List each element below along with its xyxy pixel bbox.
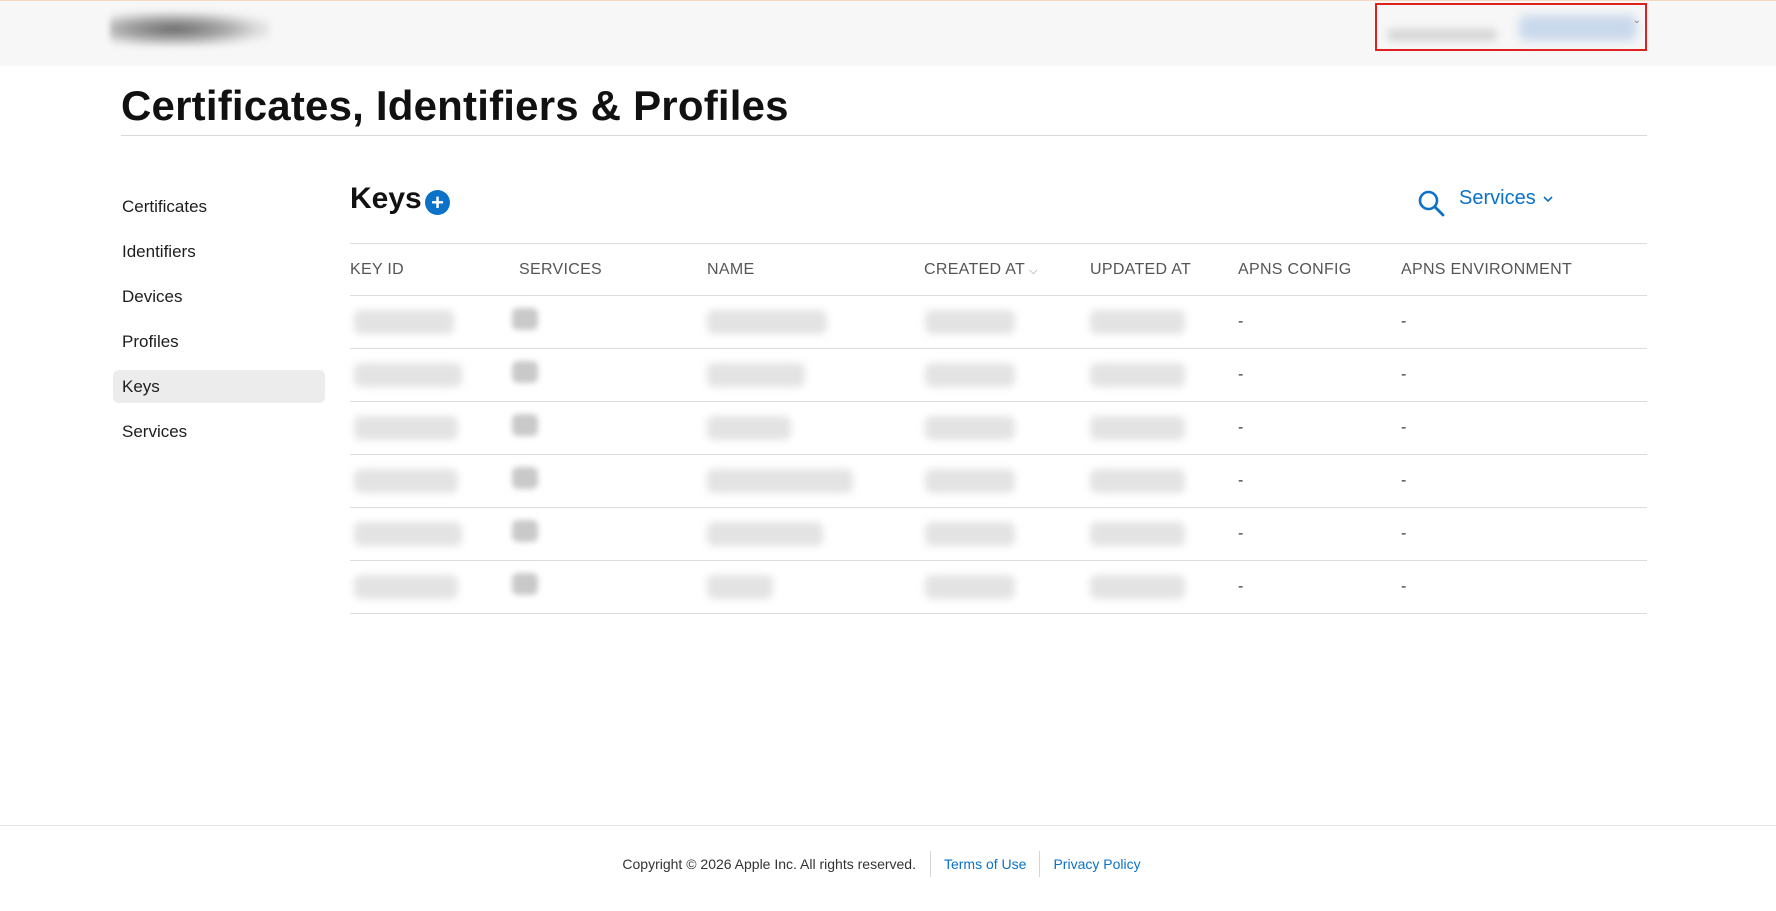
services-filter-label: Services [1459,187,1536,209]
column-header-key-id[interactable]: KEY ID [350,244,404,295]
apns-environment-cell: - [1401,366,1407,383]
key-id-cell [354,310,454,334]
table-row[interactable]: - - [350,349,1647,402]
updated-at-cell [1090,522,1185,546]
service-icon [512,414,538,436]
sidebar-item-identifiers[interactable]: Identifiers [113,235,325,268]
column-header-created-at[interactable]: CREATED AT ⌵ [924,244,1038,295]
apns-environment-cell: - [1401,578,1407,595]
service-icon [512,573,538,595]
search-icon [1418,190,1445,217]
table-row[interactable]: - - [350,561,1647,614]
column-header-name[interactable]: NAME [707,244,754,295]
service-icon [512,361,538,383]
footer-links: Copyright © 2026 Apple Inc. All rights r… [0,851,1776,877]
apns-config-cell: - [1238,366,1244,383]
privacy-policy-link[interactable]: Privacy Policy [1040,856,1153,872]
key-id-cell [354,416,458,440]
sidebar-item-keys[interactable]: Keys [113,370,325,403]
services-filter-dropdown[interactable]: Services [1459,187,1554,210]
account-name [1387,29,1497,41]
name-cell [707,522,823,546]
key-id-cell [354,522,462,546]
table-header: KEY ID SERVICES NAME CREATED AT ⌵ UPDATED… [350,244,1647,296]
column-header-apns-environment[interactable]: APNS ENVIRONMENT [1401,244,1572,295]
top-bar: ⌄ [0,0,1776,66]
service-icon [512,467,538,489]
name-cell [707,310,827,334]
name-cell [707,469,853,493]
created-at-cell [925,469,1015,493]
apns-environment-cell: - [1401,525,1407,542]
column-header-updated-at[interactable]: UPDATED AT [1090,244,1191,295]
footer: Copyright © 2026 Apple Inc. All rights r… [0,825,1776,911]
table-row[interactable]: - - [350,508,1647,561]
account-menu-highlight[interactable]: ⌄ [1375,3,1647,51]
updated-at-cell [1090,469,1185,493]
service-icon [512,520,538,542]
sidebar-item-services[interactable]: Services [113,415,325,448]
apns-environment-cell: - [1401,419,1407,436]
sidebar: Certificates Identifiers Devices Profile… [113,190,325,460]
updated-at-cell [1090,310,1185,334]
created-at-cell [925,310,1015,334]
section-title: Keys [350,182,422,215]
title-divider [121,135,1647,136]
sidebar-item-certificates[interactable]: Certificates [113,190,325,223]
updated-at-cell [1090,363,1185,387]
service-icon [512,308,538,330]
apns-environment-cell: - [1401,313,1407,330]
name-cell [707,416,791,440]
search-button[interactable] [1416,188,1446,218]
keys-table-body: - - - - - - - - - - - - [350,296,1647,614]
key-id-cell [354,469,458,493]
column-header-created-at-label: CREATED AT [924,261,1026,278]
column-header-apns-config[interactable]: APNS CONFIG [1238,244,1352,295]
apns-environment-cell: - [1401,472,1407,489]
sort-descending-icon: ⌵ [1029,265,1038,277]
name-cell [707,575,773,599]
key-id-cell [354,575,458,599]
column-header-services[interactable]: SERVICES [519,244,602,295]
updated-at-cell [1090,575,1185,599]
plus-circle-icon: + [431,189,444,215]
apns-config-cell: - [1238,419,1244,436]
developer-logo[interactable] [110,11,270,47]
created-at-cell [925,522,1015,546]
table-row[interactable]: - - [350,402,1647,455]
copyright-text: Copyright © 2026 Apple Inc. All rights r… [622,856,916,872]
table-row[interactable]: - - [350,296,1647,349]
name-cell [707,363,805,387]
apns-config-cell: - [1238,525,1244,542]
account-team-button[interactable] [1519,15,1637,41]
sidebar-item-profiles[interactable]: Profiles [113,325,325,358]
created-at-cell [925,575,1015,599]
chevron-down-icon: ⌄ [1632,15,1641,26]
table-row[interactable]: - - [350,455,1647,508]
apns-config-cell: - [1238,313,1244,330]
key-id-cell [354,363,462,387]
terms-of-use-link[interactable]: Terms of Use [931,856,1039,872]
created-at-cell [925,363,1015,387]
add-key-button[interactable]: + [425,190,450,215]
chevron-down-icon [1543,195,1553,202]
page-title: Certificates, Identifiers & Profiles [121,82,789,129]
created-at-cell [925,416,1015,440]
updated-at-cell [1090,416,1185,440]
apns-config-cell: - [1238,578,1244,595]
sidebar-item-devices[interactable]: Devices [113,280,325,313]
apns-config-cell: - [1238,472,1244,489]
